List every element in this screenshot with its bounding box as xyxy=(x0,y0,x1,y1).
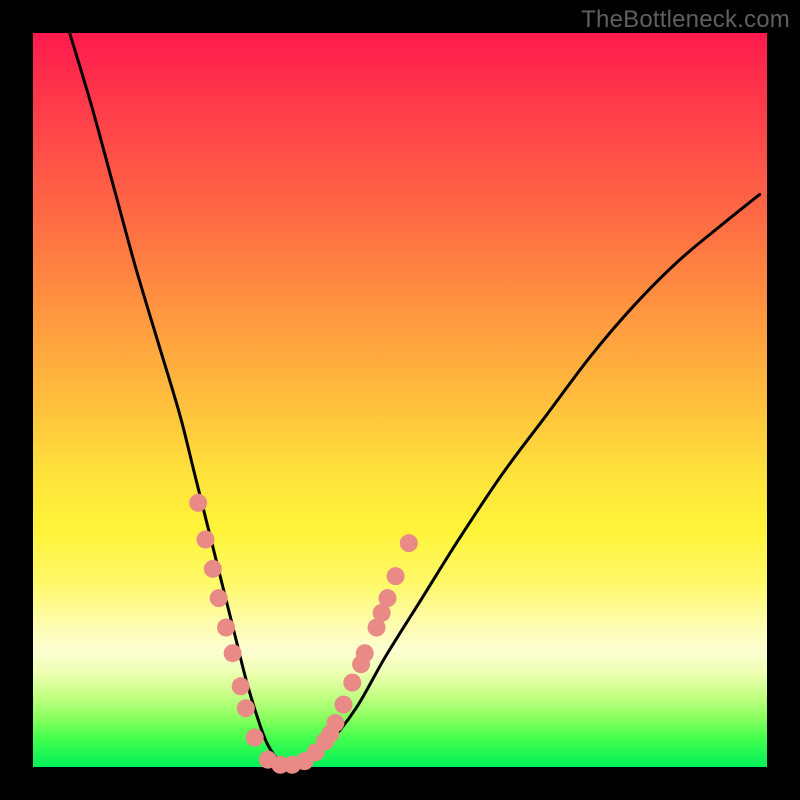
data-point-dot xyxy=(356,644,374,662)
data-point-dot xyxy=(334,696,352,714)
bottleneck-curve xyxy=(70,33,760,766)
data-point-dot xyxy=(224,644,242,662)
data-point-dot xyxy=(387,567,405,585)
data-point-dot xyxy=(237,699,255,717)
watermark-text: TheBottleneck.com xyxy=(581,6,790,34)
data-point-dot xyxy=(326,714,344,732)
highlighted-points xyxy=(189,494,418,774)
data-point-dot xyxy=(379,589,397,607)
data-point-dot xyxy=(246,729,264,747)
data-point-dot xyxy=(217,619,235,637)
data-point-dot xyxy=(196,530,214,548)
chart-frame: TheBottleneck.com xyxy=(0,0,800,800)
data-point-dot xyxy=(400,534,418,552)
bottleneck-curve-path xyxy=(70,33,760,766)
data-point-dot xyxy=(232,677,250,695)
data-point-dot xyxy=(204,560,222,578)
chart-svg xyxy=(0,0,800,800)
data-point-dot xyxy=(189,494,207,512)
data-point-dot xyxy=(210,589,228,607)
data-point-dot xyxy=(343,674,361,692)
